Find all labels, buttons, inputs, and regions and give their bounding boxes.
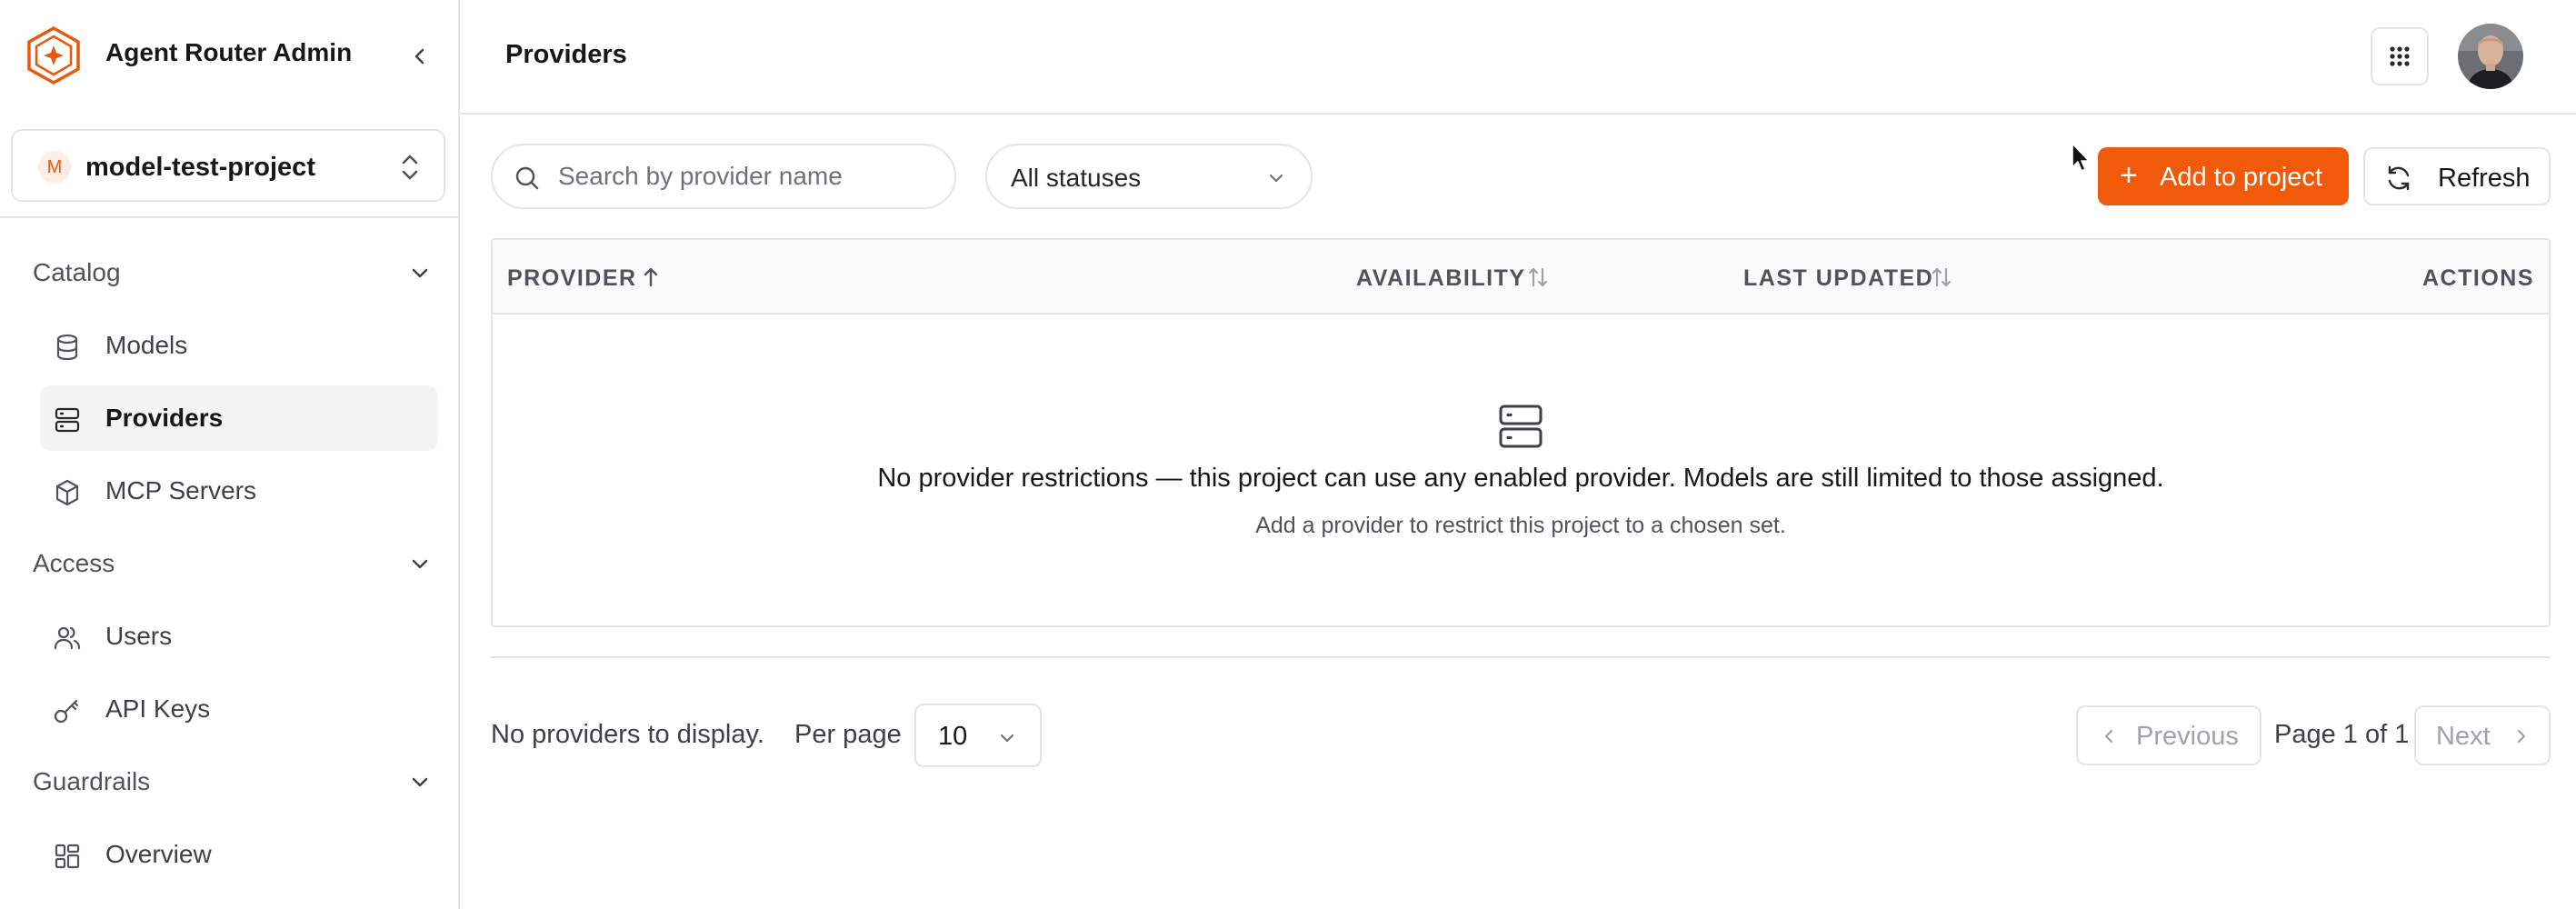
box-icon [55, 479, 79, 506]
sidebar-item-label: Overview [105, 840, 212, 868]
project-avatar: M [38, 151, 71, 184]
refresh-label: Refresh [2438, 164, 2531, 193]
plus-icon: + [2120, 158, 2138, 193]
add-to-project-label: Add to project [2160, 163, 2322, 192]
key-icon [54, 699, 79, 724]
previous-label: Previous [2136, 722, 2239, 751]
server-icon [55, 407, 80, 433]
search-input[interactable] [558, 158, 940, 195]
sidebar-item-label: Providers [105, 404, 224, 432]
next-label: Next [2436, 722, 2491, 751]
per-page-label: Per page [794, 720, 902, 749]
next-page-button[interactable]: Next [2414, 705, 2551, 765]
sidebar-item-models[interactable]: Models [40, 313, 438, 378]
column-header-actions: ACTIONS [2422, 265, 2534, 291]
table-header: PROVIDER AVAILABILITY LAST UPDATED ACTIO… [493, 240, 2549, 315]
server-icon [1499, 405, 1543, 448]
app-title: Agent Router Admin [105, 38, 353, 66]
chevron-down-icon [412, 268, 428, 278]
section-guardrails[interactable]: Guardrails [33, 762, 433, 802]
logo-icon [27, 25, 80, 85]
sidebar-item-api-keys[interactable]: API Keys [40, 676, 438, 742]
users-icon [54, 626, 81, 650]
refresh-button[interactable]: Refresh [2363, 147, 2551, 205]
chevron-down-icon [1269, 174, 1283, 183]
results-summary: No providers to display. [491, 720, 764, 749]
chevron-right-icon [2517, 729, 2526, 744]
column-header-provider[interactable]: PROVIDER [507, 265, 637, 292]
chevron-left-icon [2104, 729, 2113, 744]
empty-state-title: No provider restrictions — this project … [877, 464, 2164, 493]
sidebar-item-label: MCP Servers [105, 476, 256, 504]
apps-button[interactable] [2371, 27, 2429, 85]
refresh-icon [2388, 165, 2410, 191]
sidebar: Agent Router Admin M model-test-project … [0, 0, 460, 909]
sidebar-divider [0, 216, 458, 218]
sort-toggle-icon[interactable] [1929, 264, 1954, 291]
avatar-photo [2458, 24, 2523, 89]
chevron-down-icon [412, 777, 428, 787]
section-label: Guardrails [33, 767, 151, 795]
section-access[interactable]: Access [33, 544, 433, 584]
empty-state-subtitle: Add a provider to restrict this project … [1255, 513, 1786, 538]
sort-toggle-icon[interactable] [1525, 264, 1551, 291]
section-label: Access [33, 549, 115, 577]
per-page-select[interactable]: 10 [914, 704, 1042, 767]
sidebar-item-label: API Keys [105, 694, 211, 723]
chevron-down-icon [412, 559, 428, 569]
sidebar-item-mcp-servers[interactable]: MCP Servers [40, 458, 438, 524]
sidebar-item-users[interactable]: Users [40, 604, 438, 669]
column-header-availability[interactable]: AVAILABILITY [1356, 265, 1526, 292]
sidebar-item-label: Models [105, 331, 188, 359]
project-switcher[interactable]: M model-test-project [11, 129, 445, 202]
chevron-down-icon [1000, 734, 1014, 743]
mouse-cursor-icon [2072, 143, 2090, 172]
top-bar: Providers [460, 0, 2576, 115]
page-title: Providers [505, 40, 627, 69]
per-page-value: 10 [938, 722, 968, 751]
search-icon [515, 166, 539, 190]
add-to-project-button[interactable]: + Add to project [2098, 147, 2349, 205]
grid-dots-icon [2390, 46, 2410, 66]
project-name: model-test-project [85, 153, 315, 182]
sidebar-item-providers[interactable]: Providers [40, 385, 438, 451]
sidebar-item-label: Users [105, 622, 173, 650]
chevrons-up-down-icon [402, 155, 418, 180]
collapse-sidebar-button[interactable] [404, 40, 436, 73]
database-icon [56, 334, 78, 361]
section-label: Catalog [33, 258, 121, 286]
sidebar-item-overview[interactable]: Overview [40, 822, 438, 887]
status-filter-value: All statuses [1011, 164, 1142, 192]
section-catalog[interactable]: Catalog [33, 253, 433, 293]
page-indicator: Page 1 of 1 [2274, 720, 2410, 749]
providers-table: PROVIDER AVAILABILITY LAST UPDATED ACTIO… [491, 238, 2551, 627]
status-filter-select[interactable]: All statuses [985, 144, 1313, 209]
column-header-last-updated[interactable]: LAST UPDATED [1743, 265, 1933, 292]
chevron-left-icon [414, 48, 424, 65]
previous-page-button[interactable]: Previous [2076, 705, 2261, 765]
sort-ascending-icon[interactable] [638, 264, 664, 291]
user-avatar[interactable] [2458, 24, 2523, 89]
search-box[interactable] [491, 144, 956, 209]
brand: Agent Router Admin [0, 0, 460, 113]
layout-grid-icon [55, 844, 80, 869]
footer-divider [491, 656, 2551, 658]
